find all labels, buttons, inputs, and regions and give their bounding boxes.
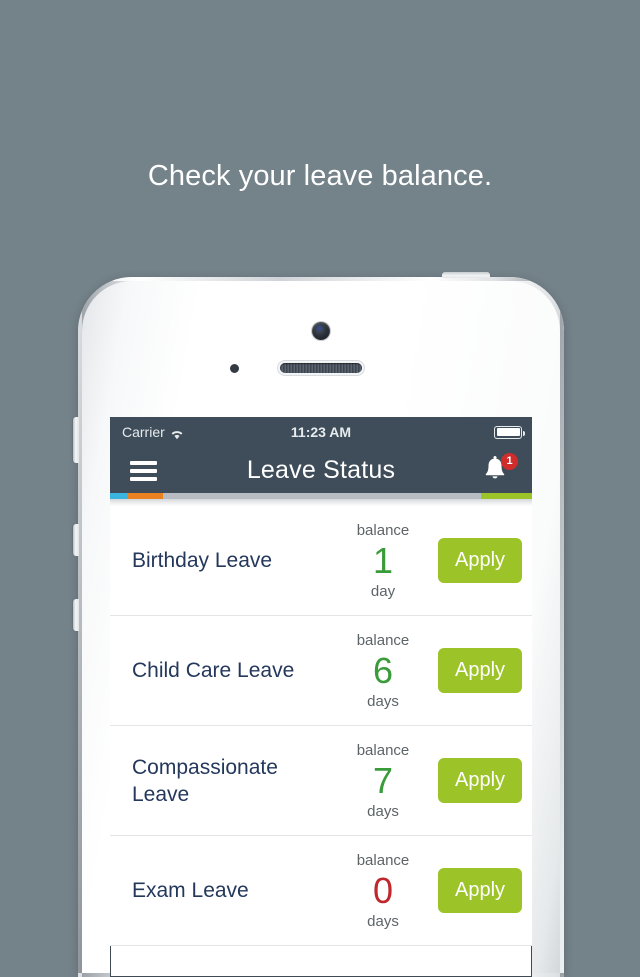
progress-segment-green [481, 493, 532, 499]
navbar-title: Leave Status [246, 455, 396, 484]
balance-value: 6 [372, 649, 394, 691]
leave-type-label: Birthday Leave [132, 549, 273, 572]
balance-caption: balance [356, 521, 410, 539]
leave-type-label: Compassionate Leave [132, 755, 278, 806]
earpiece-speaker-icon [280, 363, 362, 373]
front-camera-icon [312, 322, 330, 340]
leave-balance: balance 0 days [328, 851, 438, 931]
progress-segment-grey [163, 493, 482, 499]
phone-screen: Carrier 11:23 AM Leave Status 1 Birthday… [110, 417, 532, 977]
leave-balance: balance 6 days [328, 631, 438, 711]
progress-segment-cyan [110, 493, 129, 499]
volume-down-button[interactable] [73, 599, 79, 631]
balance-caption: balance [356, 631, 410, 649]
apply-button[interactable]: Apply [438, 758, 523, 803]
apply-button[interactable]: Apply [438, 538, 523, 583]
apply-button[interactable]: Apply [438, 868, 523, 913]
balance-unit: days [367, 692, 399, 710]
leave-type-label: Child Care Leave [132, 659, 295, 682]
apply-button[interactable]: Apply [438, 648, 523, 693]
status-bar: Carrier 11:23 AM [110, 417, 532, 447]
leave-row[interactable]: Exam Leave balance 0 days Apply [110, 836, 532, 946]
power-button[interactable] [442, 272, 490, 278]
balance-caption: balance [356, 851, 410, 869]
progress-bar [110, 493, 532, 499]
leave-balance: balance 7 days [328, 741, 438, 821]
balance-value: 7 [372, 759, 394, 801]
proximity-sensor-icon [230, 364, 239, 373]
phone-mockup: Carrier 11:23 AM Leave Status 1 Birthday… [73, 272, 564, 977]
balance-caption: balance [356, 741, 410, 759]
app-navbar: Leave Status 1 [110, 447, 532, 493]
balance-unit: days [367, 802, 399, 820]
page-title: Check your leave balance. [147, 160, 493, 192]
balance-unit: days [367, 912, 399, 930]
status-bar-time: 11:23 AM [290, 424, 352, 440]
status-bar-right [494, 425, 525, 439]
volume-up-button[interactable] [73, 524, 79, 556]
leave-row[interactable]: Birthday Leave balance 1 day Apply [110, 506, 532, 616]
leave-row[interactable]: Child Care Leave balance 6 days Apply [110, 616, 532, 726]
battery-icon [494, 425, 525, 439]
progress-segment-orange [128, 493, 164, 499]
balance-unit: day [370, 582, 396, 600]
list-top-shadow [110, 499, 532, 506]
leave-balance: balance 1 day [328, 521, 438, 601]
leave-type-label: Exam Leave [132, 879, 249, 902]
mute-switch[interactable] [73, 417, 79, 463]
balance-value: 1 [372, 539, 394, 581]
leave-row[interactable]: Compassionate Leave balance 7 days Apply [110, 726, 532, 836]
notification-badge: 1 [501, 453, 518, 470]
notification-bell-button[interactable]: 1 [482, 453, 518, 486]
balance-value: 0 [372, 869, 394, 911]
hamburger-menu-icon[interactable] [130, 461, 157, 481]
leave-list: Birthday Leave balance 1 day Apply Child Care… [110, 506, 532, 946]
